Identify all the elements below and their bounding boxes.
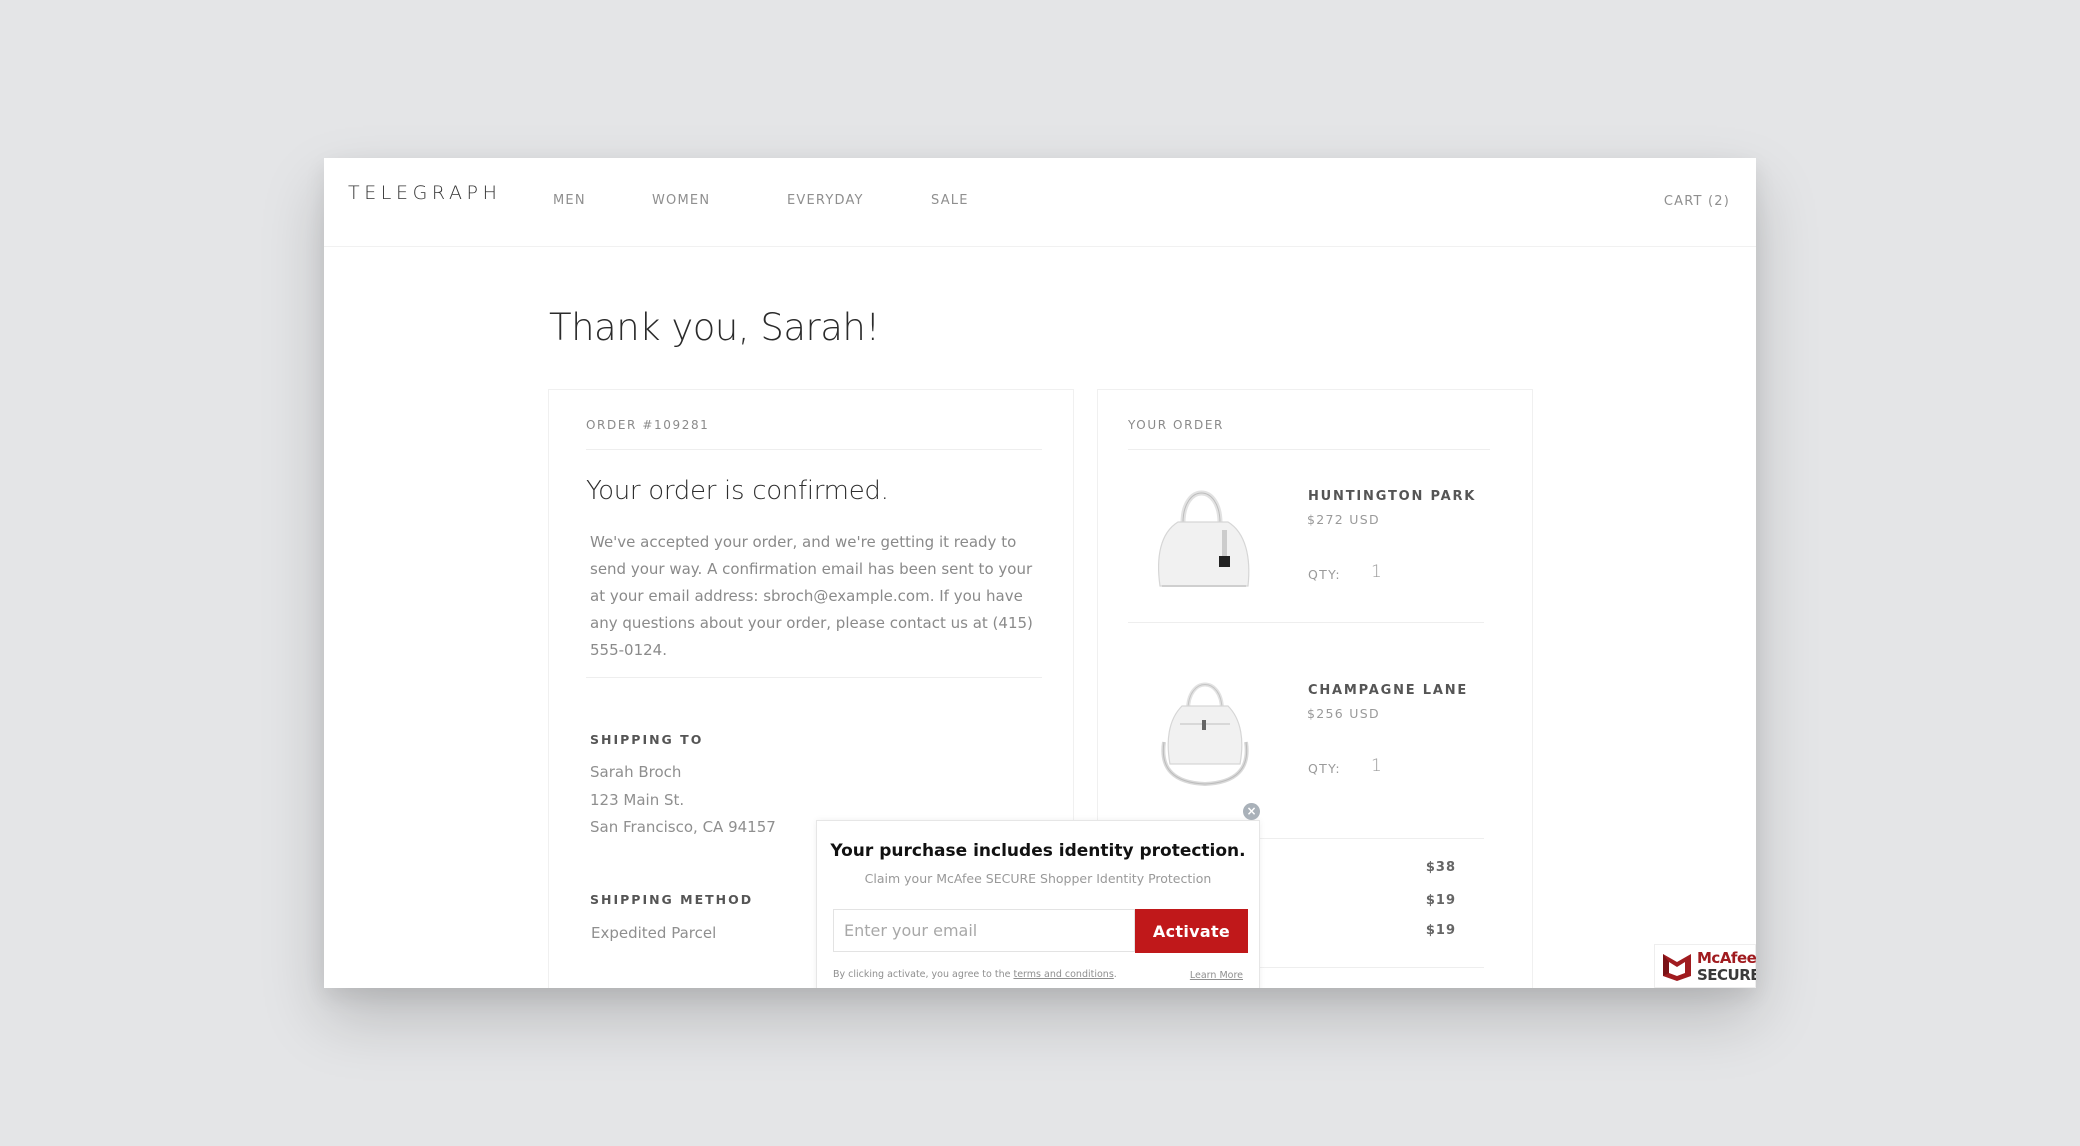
divider — [586, 677, 1042, 678]
terms-prefix: By clicking activate, you agree to the — [833, 969, 1014, 980]
browser-window: TELEGRAPH MEN WOMEN EVERYDAY SALE CART (… — [324, 158, 1756, 988]
nav-item-everyday[interactable]: EVERYDAY — [787, 193, 864, 208]
popup-title: Your purchase includes identity protecti… — [830, 841, 1246, 861]
learn-more-link[interactable]: Learn More — [1190, 970, 1243, 981]
shipping-address: Sarah Broch 123 Main St. San Francisco, … — [590, 759, 776, 842]
terms-link[interactable]: terms and conditions — [1013, 969, 1113, 980]
nav-item-sale[interactable]: SALE — [931, 193, 969, 208]
terms-suffix: . — [1113, 969, 1117, 980]
popup-terms-text: By clicking activate, you agree to the t… — [833, 969, 1117, 980]
address-street: 123 Main St. — [590, 790, 685, 809]
total-value: $19 — [1425, 923, 1456, 938]
address-name: Sarah Broch — [590, 763, 682, 781]
divider — [1128, 622, 1484, 623]
mcafee-secure-badge[interactable]: McAfee SECURE — [1654, 944, 1756, 988]
total-value: $19 — [1425, 893, 1456, 908]
item-name: HUNTINGTON PARK — [1308, 489, 1477, 504]
popup-subtitle: Claim your McAfee SECURE Shopper Identit… — [864, 871, 1212, 886]
activate-button[interactable]: Activate — [1135, 909, 1248, 953]
close-icon[interactable]: × — [1243, 803, 1260, 820]
shipping-method-value: Expedited Parcel — [591, 924, 717, 942]
item-name: CHAMPAGNE LANE — [1308, 683, 1469, 698]
confirmation-message: We've accepted your order, and we're get… — [590, 533, 1033, 659]
product-image-champagne-lane — [1150, 672, 1260, 790]
email-input[interactable] — [833, 909, 1135, 952]
shipping-method-label: SHIPPING METHOD — [590, 892, 754, 907]
item-price: $256 USD — [1307, 706, 1380, 721]
page-title: Thank you, Sarah! — [549, 306, 880, 349]
nav-item-men[interactable]: MEN — [553, 193, 586, 208]
mcafee-shield-icon — [1663, 954, 1691, 981]
shipping-to-label: SHIPPING TO — [590, 732, 704, 747]
item-qty: 1 — [1371, 562, 1382, 582]
order-number: ORDER #109281 — [586, 418, 710, 432]
item-qty: 1 — [1371, 756, 1382, 776]
total-value: $38 — [1425, 860, 1456, 875]
nav-item-women[interactable]: WOMEN — [652, 193, 710, 208]
qty-label: QTY: — [1308, 761, 1341, 776]
product-image-huntington-park — [1148, 478, 1258, 590]
item-price: $272 USD — [1307, 512, 1380, 527]
white-handbag-icon — [1157, 490, 1250, 587]
badge-secure-text: SECURE — [1697, 966, 1756, 984]
divider — [1128, 449, 1490, 450]
badge-mcafee-text: McAfee — [1697, 949, 1756, 967]
site-logo[interactable]: TELEGRAPH — [348, 182, 502, 204]
address-city: San Francisco, CA 94157 — [590, 818, 776, 836]
header-divider — [324, 246, 1756, 247]
your-order-label: YOUR ORDER — [1128, 418, 1224, 432]
identity-protection-popup: Your purchase includes identity protecti… — [816, 820, 1260, 988]
cart-link[interactable]: CART (2) — [1664, 194, 1730, 209]
white-crossbody-bag-icon — [1161, 682, 1249, 787]
divider — [586, 449, 1042, 450]
confirmation-heading: Your order is confirmed. — [586, 476, 889, 506]
qty-label: QTY: — [1308, 567, 1341, 582]
